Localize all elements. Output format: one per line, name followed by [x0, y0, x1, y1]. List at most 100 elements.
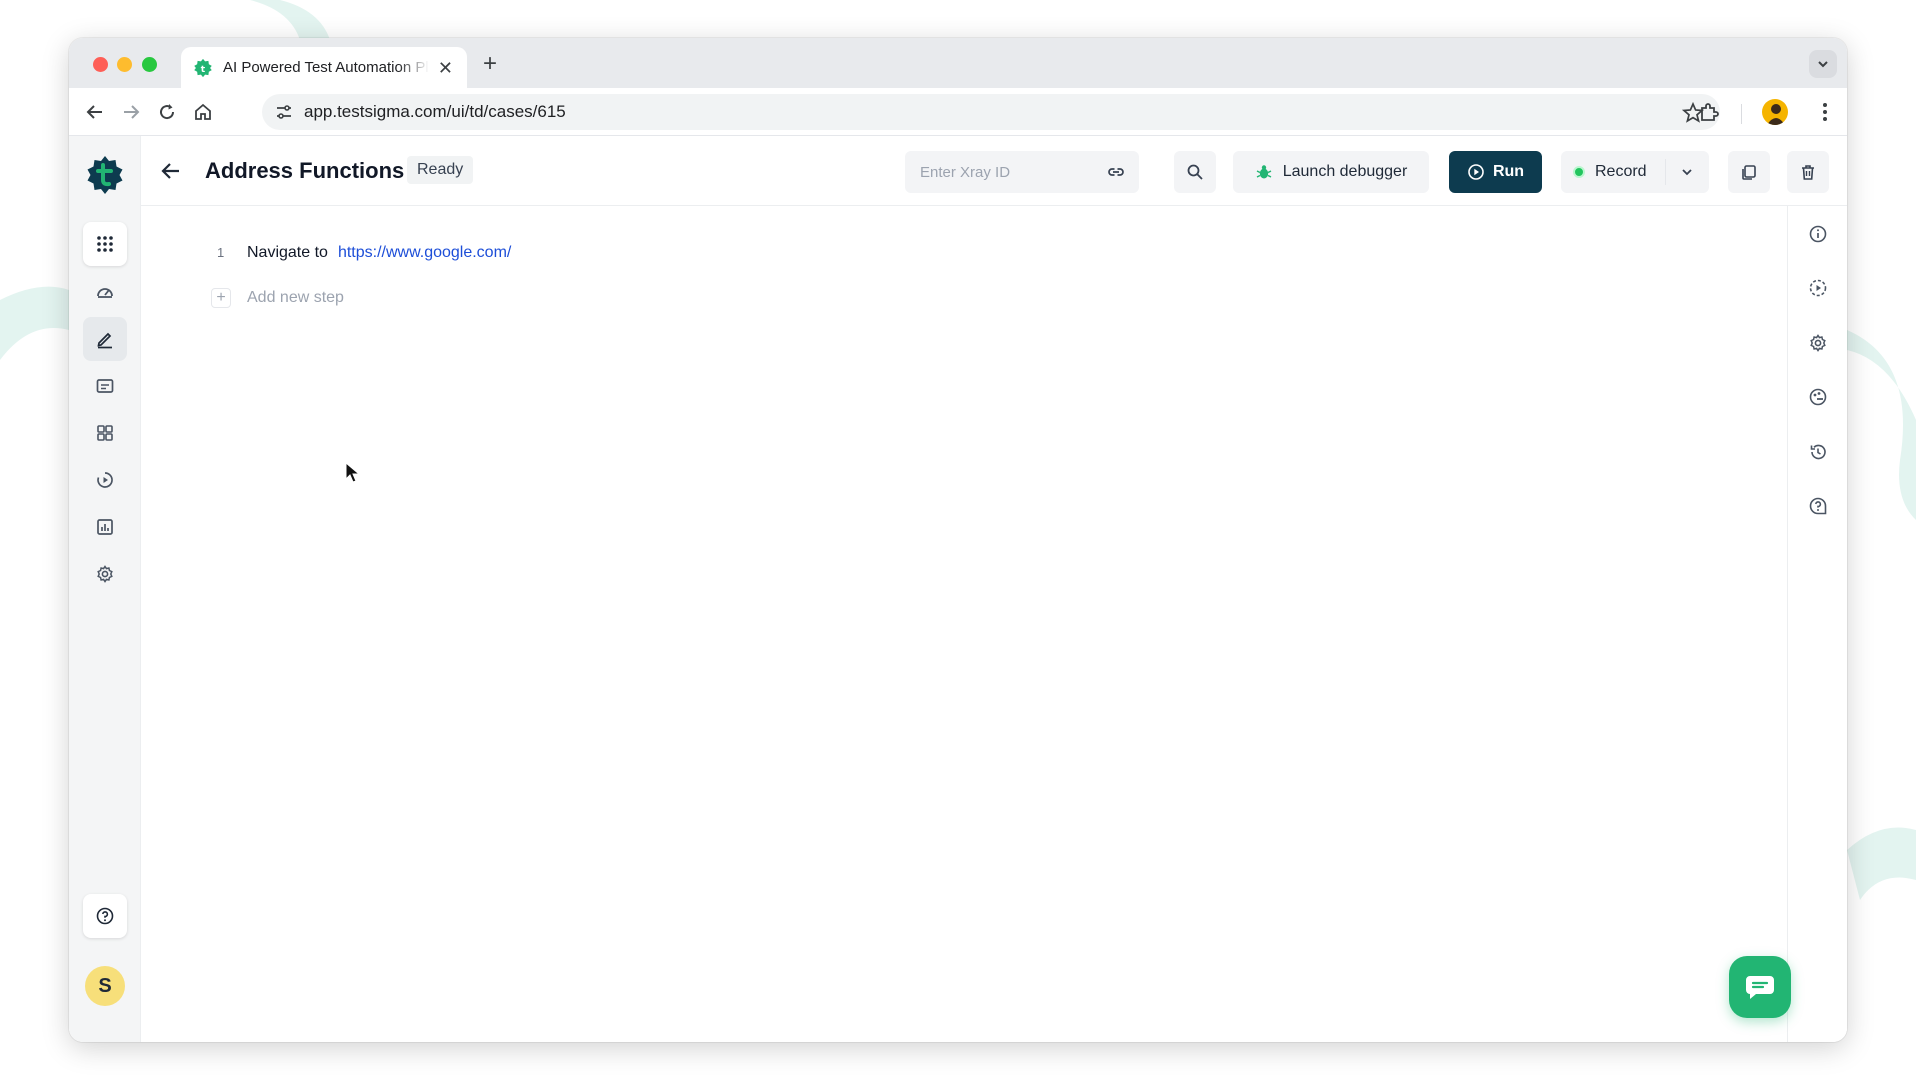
record-dot-icon	[1573, 166, 1585, 178]
info-button[interactable]	[1806, 222, 1830, 246]
home-icon	[195, 103, 211, 120]
run-label: Run	[1492, 163, 1525, 180]
help-icon	[96, 907, 114, 925]
history-button[interactable]	[1806, 440, 1830, 464]
environment-button[interactable]	[1806, 385, 1830, 409]
add-new-step-label: Add new step	[247, 289, 344, 306]
modules-grid-icon	[97, 425, 113, 441]
test-steps-area: 1 Navigate to https://www.google.com/ + …	[141, 206, 1787, 1042]
help-icon	[1809, 497, 1827, 515]
back-arrow-icon[interactable]	[159, 159, 183, 183]
play-circle-icon	[97, 472, 113, 488]
settings-gear-icon	[1810, 334, 1826, 352]
test-step-row[interactable]: 1 Navigate to https://www.google.com/	[217, 244, 511, 262]
sidebar-item-test-data[interactable]	[83, 364, 127, 408]
palette-icon	[1809, 388, 1827, 406]
tab-strip: t AI Powered Test Automation Platform ✕ …	[69, 38, 1847, 88]
left-navigation-rail: S	[69, 136, 141, 1042]
mouse-cursor-icon	[345, 462, 361, 483]
chevron-down-icon[interactable]	[1679, 164, 1695, 180]
testsigma-favicon-icon: t	[194, 58, 212, 77]
sidebar-item-test-cases[interactable]	[83, 317, 127, 361]
extensions-puzzle-icon[interactable]	[1697, 100, 1721, 124]
user-avatar[interactable]: S	[85, 966, 125, 1006]
chat-icon	[1746, 976, 1774, 999]
status-badge: Ready	[407, 156, 474, 184]
test-case-header: Address Functions Ready Launch debugger …	[141, 136, 1847, 206]
folder-list-icon	[96, 379, 114, 393]
new-tab-button[interactable]: +	[483, 50, 497, 78]
link-icon[interactable]	[1107, 163, 1125, 181]
delete-test-case-button[interactable]	[1787, 151, 1829, 193]
browser-profile-avatar[interactable]	[1762, 99, 1788, 125]
browser-tab-active[interactable]: t AI Powered Test Automation Platform ✕	[181, 47, 467, 88]
maximize-window-button[interactable]	[142, 57, 157, 72]
toolbar-separator	[1741, 104, 1742, 124]
xray-id-input[interactable]	[920, 163, 1107, 181]
right-tools-rail	[1787, 206, 1847, 1042]
chat-support-button[interactable]	[1729, 956, 1791, 1018]
play-dashed-icon	[1809, 279, 1827, 297]
add-new-step[interactable]: + Add new step	[211, 288, 344, 308]
chevron-down-icon	[1818, 61, 1828, 68]
step-number: 1	[217, 245, 225, 260]
arrow-left-icon	[86, 105, 102, 119]
test-case-settings-button[interactable]	[1806, 331, 1830, 355]
apps-grid-button[interactable]	[83, 222, 127, 266]
help-button[interactable]	[83, 894, 127, 938]
search-steps-button[interactable]	[1174, 151, 1216, 193]
tab-title: AI Powered Test Automation Platform	[223, 59, 429, 76]
browser-menu-icon[interactable]	[1813, 100, 1837, 124]
play-circle-icon	[1468, 164, 1484, 180]
testsigma-logo[interactable]	[84, 154, 126, 196]
sidebar-item-runs[interactable]	[83, 458, 127, 502]
clone-test-case-button[interactable]	[1728, 151, 1770, 193]
sidebar-item-modules[interactable]	[83, 411, 127, 455]
record-label: Record	[1595, 163, 1647, 180]
site-settings-icon[interactable]	[274, 102, 294, 122]
svg-text:t: t	[201, 63, 206, 74]
testsigma-app: S Address Functions Ready Launch debugge…	[69, 136, 1847, 1042]
profile-person-icon	[1767, 104, 1785, 125]
browser-toolbar: app.testsigma.com/ui/td/cases/615	[69, 88, 1847, 136]
url-text[interactable]: app.testsigma.com/ui/td/cases/615	[304, 102, 566, 122]
close-window-button[interactable]	[93, 57, 108, 72]
reload-button[interactable]	[155, 100, 179, 124]
step-action: Navigate to	[247, 244, 328, 261]
help-docs-button[interactable]	[1806, 494, 1830, 518]
bug-icon	[1256, 165, 1272, 179]
dry-runs-button[interactable]	[1806, 276, 1830, 300]
launch-debugger-button[interactable]: Launch debugger	[1233, 151, 1429, 193]
settings-gear-icon	[97, 565, 113, 583]
reload-icon	[160, 104, 175, 120]
xray-id-field	[905, 151, 1139, 193]
record-divider	[1665, 159, 1666, 185]
browser-window: t AI Powered Test Automation Platform ✕ …	[69, 38, 1847, 1042]
plus-icon: +	[211, 288, 231, 308]
search-icon	[1187, 164, 1203, 180]
sidebar-item-dashboard[interactable]	[83, 270, 127, 314]
edit-pencil-icon	[97, 332, 112, 349]
sidebar-item-settings[interactable]	[83, 552, 127, 596]
reports-chart-icon	[97, 519, 113, 535]
minimize-window-button[interactable]	[117, 57, 132, 72]
back-button[interactable]	[83, 100, 107, 124]
record-button[interactable]: Record	[1561, 151, 1709, 193]
apps-grid-icon	[97, 236, 113, 252]
tab-close-icon[interactable]: ✕	[438, 59, 453, 77]
page-title: Address Functions	[205, 158, 405, 183]
history-icon	[1810, 444, 1826, 460]
arrow-right-icon	[124, 105, 140, 119]
trash-icon	[1802, 165, 1814, 180]
launch-debugger-label: Launch debugger	[1282, 163, 1408, 180]
address-bar[interactable]: app.testsigma.com/ui/td/cases/615	[262, 94, 1720, 130]
sidebar-item-reports[interactable]	[83, 505, 127, 549]
info-icon	[1809, 225, 1827, 243]
tab-search-button[interactable]	[1809, 50, 1837, 78]
copy-icon	[1742, 165, 1756, 180]
run-button[interactable]: Run	[1449, 151, 1542, 193]
home-button[interactable]	[191, 100, 215, 124]
forward-button[interactable]	[119, 100, 143, 124]
dashboard-gauge-icon	[97, 288, 113, 298]
step-target-url[interactable]: https://www.google.com/	[338, 244, 511, 262]
